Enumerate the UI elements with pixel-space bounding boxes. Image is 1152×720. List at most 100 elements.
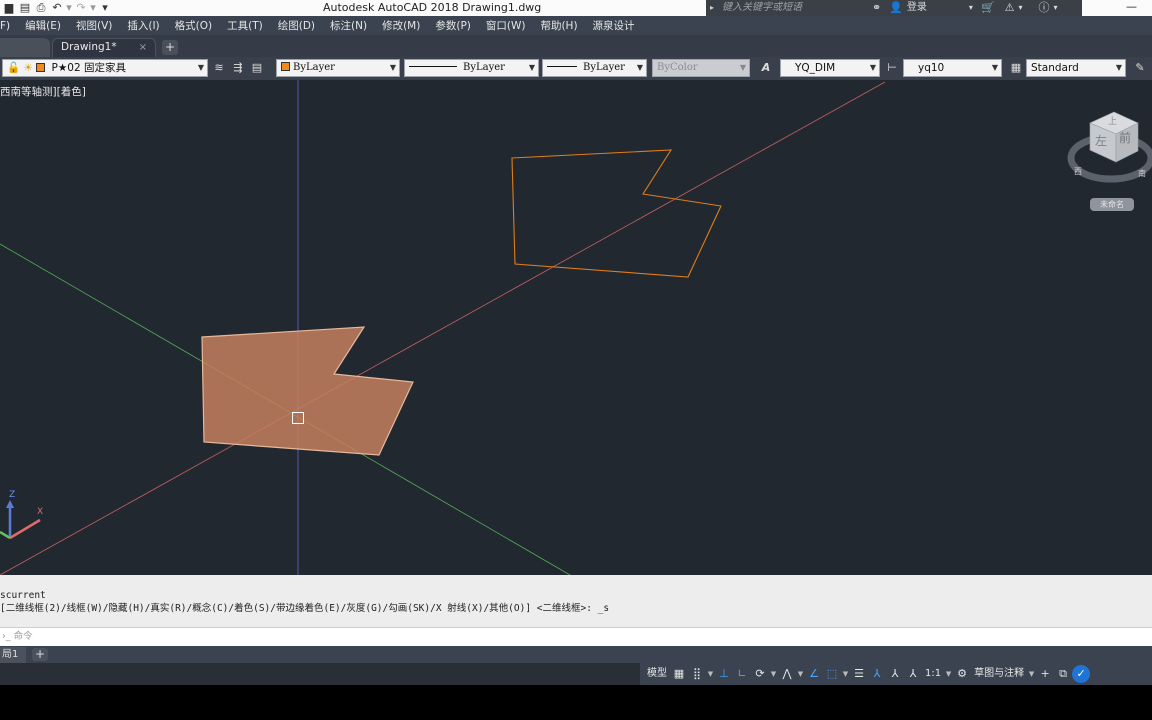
chevron-down-icon: ▼ <box>991 63 998 72</box>
menu-help[interactable]: 帮助(H) <box>540 18 577 33</box>
shaded-polygon <box>201 326 414 456</box>
dimension-style-icon[interactable]: ⊢ <box>884 60 900 76</box>
menu-tools[interactable]: 工具(T) <box>227 18 263 33</box>
workspace-switch[interactable]: 草图与注释 <box>971 663 1027 685</box>
viewcube-top-label[interactable]: 上 <box>1108 114 1117 127</box>
isometric-dropdown-icon[interactable]: ▼ <box>796 663 805 685</box>
compass-west-label[interactable]: 西 <box>1074 166 1082 177</box>
scale-dropdown-icon[interactable]: ▼ <box>944 663 953 685</box>
user-icon[interactable]: 👤 <box>889 0 903 16</box>
help-icon[interactable]: ⓘ <box>1039 0 1050 16</box>
help-dropdown-icon[interactable]: ▾ <box>1054 0 1058 16</box>
model-space-button[interactable]: 模型 <box>644 663 670 685</box>
file-tab-previous[interactable] <box>0 38 50 57</box>
linetype-dropdown[interactable]: ByLayer ▼ <box>404 59 539 77</box>
menu-insert[interactable]: 插入(I) <box>127 18 159 33</box>
exchange-icon[interactable]: ⚠ <box>1005 0 1015 16</box>
redo-dropdown-icon[interactable]: ▾ <box>90 1 96 15</box>
file-tab-drawing1[interactable]: Drawing1* × <box>52 38 156 57</box>
save-icon[interactable]: ▆ <box>2 1 16 15</box>
undo-icon[interactable]: ↶ <box>50 1 64 15</box>
viewcube-left-label[interactable]: 左 <box>1095 132 1107 149</box>
dynamic-input-icon[interactable]: ⊥ <box>715 663 733 685</box>
tablestyle-dropdown[interactable]: yq10 ▼ <box>903 59 1002 77</box>
add-icon[interactable]: + <box>1036 663 1054 685</box>
linetype-preview <box>409 66 457 67</box>
color-value: ByLayer <box>293 62 335 73</box>
menu-draw[interactable]: 绘图(D) <box>278 18 315 33</box>
snap-icon[interactable]: ⣿ <box>688 663 706 685</box>
viewcube-front-label[interactable]: 前 <box>1119 129 1131 146</box>
auto-scale-icon[interactable]: ⅄ <box>886 663 904 685</box>
menu-file[interactable]: F) <box>0 20 10 32</box>
snap-dropdown-icon[interactable]: ▼ <box>706 663 715 685</box>
mleaderstyle-dropdown[interactable]: Standard ▼ <box>1026 59 1126 77</box>
sun-icon: ☀ <box>23 62 33 74</box>
customize-qat-icon[interactable]: ▾ <box>98 1 112 15</box>
ucs-icon <box>0 500 41 540</box>
search-input[interactable]: 键入关键字或短语 <box>718 0 868 16</box>
quick-access-toolbar: ▆ ▤ ⎙ ↶ ▾ ↷ ▾ ▾ <box>0 0 112 16</box>
save-as-icon[interactable]: ▤ <box>18 1 32 15</box>
text-style-icon[interactable]: A <box>758 60 774 76</box>
ortho-icon[interactable]: ∟ <box>733 663 751 685</box>
layer-match-icon[interactable]: ⇶ <box>230 60 246 76</box>
compass-south-label[interactable]: 南 <box>1138 168 1146 179</box>
menu-window[interactable]: 窗口(W) <box>486 18 526 33</box>
close-tab-icon[interactable]: × <box>139 39 147 56</box>
make-current-layer-icon[interactable]: ≋ <box>211 60 227 76</box>
polar-tracking-icon[interactable]: ⟳ <box>751 663 769 685</box>
undo-dropdown-icon[interactable]: ▾ <box>66 1 72 15</box>
new-tab-button[interactable]: + <box>162 40 178 55</box>
mleaderstyle-value: Standard <box>1031 62 1079 74</box>
polar-dropdown-icon[interactable]: ▼ <box>769 663 778 685</box>
object-snap-tracking-icon[interactable]: ∠ <box>805 663 823 685</box>
isometric-drafting-icon[interactable]: ⋀ <box>778 663 796 685</box>
lineweight-icon[interactable]: ☰ <box>850 663 868 685</box>
model-space-viewport[interactable]: 西南等轴测][着色] Z X 上 左 前 西 南 未命名 <box>0 80 1152 575</box>
window-title: Autodesk AutoCAD 2018 Drawing1.dwg <box>323 1 542 14</box>
osnap-dropdown-icon[interactable]: ▼ <box>841 663 850 685</box>
workspace-gear-icon[interactable]: ⚙ <box>953 663 971 685</box>
menu-dimension[interactable]: 标注(N) <box>330 18 367 33</box>
hardware-acceleration-icon[interactable]: ✓ <box>1072 665 1091 683</box>
layer-name: P★02 固定家具 <box>51 62 126 74</box>
login-dropdown-icon[interactable]: ▾ <box>969 0 973 16</box>
object-snap-icon[interactable]: ⬚ <box>823 663 841 685</box>
annotation-visibility-icon[interactable]: ⅄ <box>868 663 886 685</box>
login-link[interactable]: 登录 <box>907 0 927 16</box>
ucs-menu-button[interactable]: 未命名 <box>1090 198 1134 211</box>
cart-icon[interactable]: 🛒 <box>981 0 995 16</box>
menu-parametric[interactable]: 参数(P) <box>435 18 471 33</box>
command-line-input[interactable]: ›_ 命令 <box>0 627 1152 646</box>
layer-dropdown[interactable]: 🔓 ☀ P★02 固定家具 ▼ <box>2 59 208 77</box>
add-layout-button[interactable]: + <box>32 648 48 661</box>
lineweight-dropdown[interactable]: ByLayer ▼ <box>542 59 647 77</box>
grid-icon[interactable]: ▦ <box>670 663 688 685</box>
plot-icon[interactable]: ⎙ <box>34 1 48 15</box>
menu-edit[interactable]: 编辑(E) <box>25 18 61 33</box>
minimize-icon[interactable]: — <box>1126 0 1137 14</box>
exchange-dropdown-icon[interactable]: ▾ <box>1019 0 1023 16</box>
annotation-scale-icon[interactable]: ⅄ <box>904 663 922 685</box>
binoculars-icon[interactable]: ⚭ <box>872 0 881 16</box>
menu-modify[interactable]: 修改(M) <box>382 18 420 33</box>
menu-yuanquan[interactable]: 源泉设计 <box>593 18 635 33</box>
color-dropdown[interactable]: ByLayer ▼ <box>276 59 400 77</box>
dimstyle-dropdown[interactable]: YQ_DIM ▼ <box>780 59 880 77</box>
lineweight-preview <box>547 66 577 67</box>
menu-view[interactable]: 视图(V) <box>76 18 112 33</box>
table-style-icon[interactable]: ▦ <box>1008 60 1024 76</box>
search-expand-icon[interactable]: ▸ <box>706 0 718 16</box>
layer-previous-icon[interactable]: ▤ <box>249 60 265 76</box>
workspace-dropdown-icon[interactable]: ▼ <box>1027 663 1036 685</box>
isolate-objects-icon[interactable]: ⧉ <box>1054 663 1072 685</box>
layout-tab[interactable]: 局1 <box>0 647 26 663</box>
plotstyle-dropdown: ByColor ▼ <box>652 59 750 77</box>
menu-format[interactable]: 格式(O) <box>175 18 212 33</box>
redo-icon[interactable]: ↷ <box>74 1 88 15</box>
chevron-down-icon: ▼ <box>528 63 535 72</box>
annotation-scale-value[interactable]: 1:1 <box>922 663 944 685</box>
viewport-controls-label[interactable]: 西南等轴测][着色] <box>0 84 86 99</box>
multileader-style-icon[interactable]: ✎ <box>1132 60 1148 76</box>
